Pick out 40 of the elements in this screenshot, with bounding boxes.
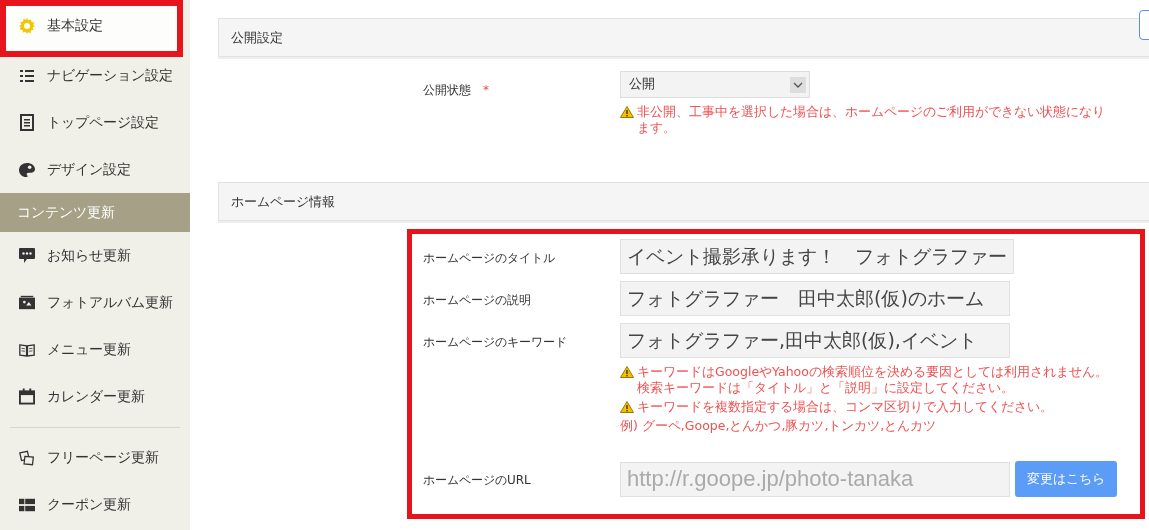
select-field[interactable]: 公開: [620, 71, 810, 98]
warning-icon: [620, 401, 634, 413]
field-label: ホームページのキーワード: [423, 335, 567, 349]
document-icon: [20, 114, 34, 131]
sidebar-item[interactable]: クーポン更新: [0, 481, 190, 528]
input-field[interactable]: フォトグラファー,田中太郎(仮),イベント: [620, 323, 1010, 358]
palette-icon: [19, 161, 35, 178]
input-field[interactable]: イベント撮影承ります！ フォトグラファー: [620, 239, 1014, 274]
input-field[interactable]: フォトグラファー 田中太郎(仮)のホーム: [620, 281, 1010, 316]
sidebar-item[interactable]: メニュー更新: [0, 326, 190, 373]
sidebar-item[interactable]: フォトアルバム更新: [0, 279, 190, 326]
pages-icon: [19, 448, 35, 467]
sidebar-item[interactable]: トップページ設定: [0, 99, 190, 146]
list-icon: [20, 69, 34, 82]
calendar-icon: [19, 388, 35, 405]
field-label: ホームページの説明: [423, 293, 531, 307]
gear-icon: [19, 18, 35, 34]
warning-icon: [620, 366, 634, 378]
sidebar-item[interactable]: フリーページ更新: [0, 434, 190, 481]
image-icon: [19, 295, 35, 310]
sidebar-item[interactable]: カレンダー更新: [0, 373, 190, 420]
chat-icon: [19, 248, 35, 263]
chevron-down-icon: [793, 81, 803, 88]
warning-text: キーワードを複数指定する場合は、コンマ区切りで入力してください。: [637, 399, 1053, 415]
warning-icon: [620, 106, 634, 118]
warning-text: 非公開、工事中を選択した場合は、ホームページのご利用ができない状態になります。: [637, 104, 1106, 136]
field-label: ホームページのタイトル: [423, 251, 555, 265]
required-mark: *: [483, 83, 489, 97]
sidebar-item[interactable]: お知らせ更新: [0, 232, 190, 279]
sidebar-heading: コンテンツ更新: [0, 193, 190, 232]
field-label: 公開状態: [423, 83, 471, 97]
section-header: ホームページ情報: [218, 182, 1149, 221]
section-header: 公開設定: [218, 18, 1149, 57]
example-text: 例) グーペ,Goope,とんかつ,豚カツ,トンカツ,とんカツ: [620, 418, 937, 434]
field-label: ホームページのURL: [423, 473, 531, 487]
sidebar-item[interactable]: デザイン設定: [0, 146, 190, 193]
warning-text: キーワードはGoogleやYahooの検索順位を決める要因としては利用されません。検索キーワードは「タイトル」と「説明」に設定してください。: [637, 364, 1109, 396]
sidebar-item[interactable]: 基本設定: [0, 0, 183, 57]
book-icon: [19, 341, 35, 358]
grid-icon: [19, 497, 35, 512]
